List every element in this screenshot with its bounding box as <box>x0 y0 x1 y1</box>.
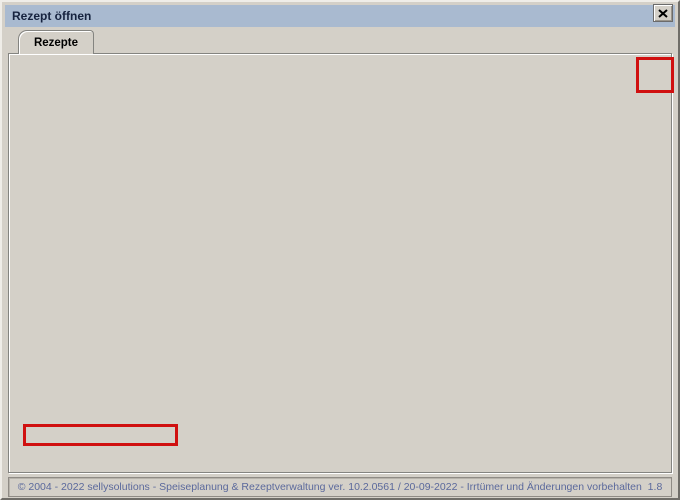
close-icon <box>658 9 668 18</box>
tab-rezepte[interactable]: Rezepte <box>18 30 94 54</box>
title-bar: Rezept öffnen <box>5 5 675 27</box>
close-button[interactable] <box>653 4 673 22</box>
window-title: Rezept öffnen <box>12 9 91 23</box>
annotation-box-group-link <box>636 57 674 93</box>
status-bar: © 2004 - 2022 sellysolutions - Speisepla… <box>8 477 672 497</box>
tab-label: Rezepte <box>34 37 78 49</box>
tab-panel <box>8 53 672 473</box>
status-bar-text: © 2004 - 2022 sellysolutions - Speisepla… <box>18 481 663 493</box>
rezept-oeffnen-dialog: Rezept öffnen Rezepte Suche: Gruppe: >>>… <box>0 0 680 500</box>
annotation-box-results-count <box>23 424 178 446</box>
